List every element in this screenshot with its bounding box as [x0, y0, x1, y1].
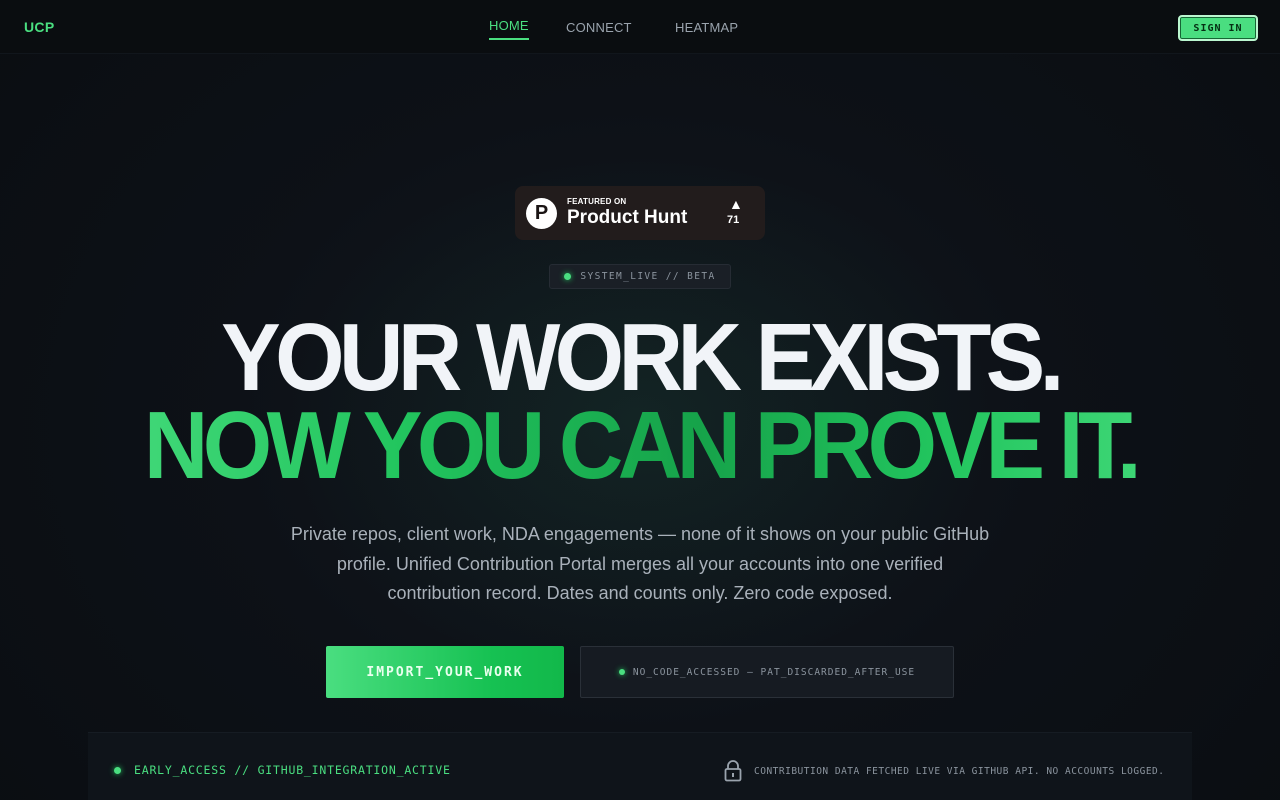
status-badge: SYSTEM_LIVE // BETA [549, 264, 731, 289]
status-badge-label: SYSTEM_LIVE // BETA [580, 271, 716, 282]
top-nav: UCP HOME CONNECT HEATMAP SIGN IN [0, 0, 1280, 54]
early-access-dot-icon [114, 766, 121, 774]
import-your-work-button[interactable]: IMPORT_YOUR_WORK [326, 646, 564, 698]
hero-description: Private repos, client work, NDA engageme… [290, 524, 990, 603]
nav-link-connect[interactable]: CONNECT [566, 20, 632, 35]
lock-icon [724, 760, 742, 782]
status-dot-icon [564, 273, 572, 280]
logo[interactable]: UCP [24, 19, 54, 35]
sign-in-button[interactable]: SIGN IN [1178, 15, 1258, 41]
headline-line-2: NOW YOU CAN PROVE IT. [45, 398, 1235, 494]
product-hunt-name: Product Hunt [567, 207, 688, 228]
early-access-status: EARLY_ACCESS // GITHUB_INTEGRATION_ACTIV… [114, 763, 451, 777]
data-source-notice: CONTRIBUTION DATA FETCHED LIVE VIA GITHU… [754, 766, 1165, 777]
product-hunt-featured-label: FEATURED ON [567, 197, 627, 206]
privacy-notice-label: NO_CODE_ACCESSED — PAT_DISCARDED_AFTER_U… [632, 666, 916, 678]
page: UCP HOME CONNECT HEATMAP SIGN IN P FEATU… [0, 0, 1280, 800]
nav-link-home[interactable]: HOME [489, 18, 529, 40]
upvote-count: 71 [727, 214, 740, 226]
early-access-label: EARLY_ACCESS // GITHUB_INTEGRATION_ACTIV… [134, 763, 451, 777]
upvote-arrow-icon: ▲ [729, 196, 743, 212]
nav-link-heatmap[interactable]: HEATMAP [675, 20, 738, 35]
product-hunt-badge[interactable]: P FEATURED ON Product Hunt ▲ 71 [515, 186, 765, 240]
privacy-notice: NO_CODE_ACCESSED — PAT_DISCARDED_AFTER_U… [580, 646, 954, 698]
product-hunt-logo-icon: P [526, 198, 557, 229]
bottom-status-bar: EARLY_ACCESS // GITHUB_INTEGRATION_ACTIV… [88, 732, 1192, 800]
privacy-dot-icon [618, 669, 625, 675]
